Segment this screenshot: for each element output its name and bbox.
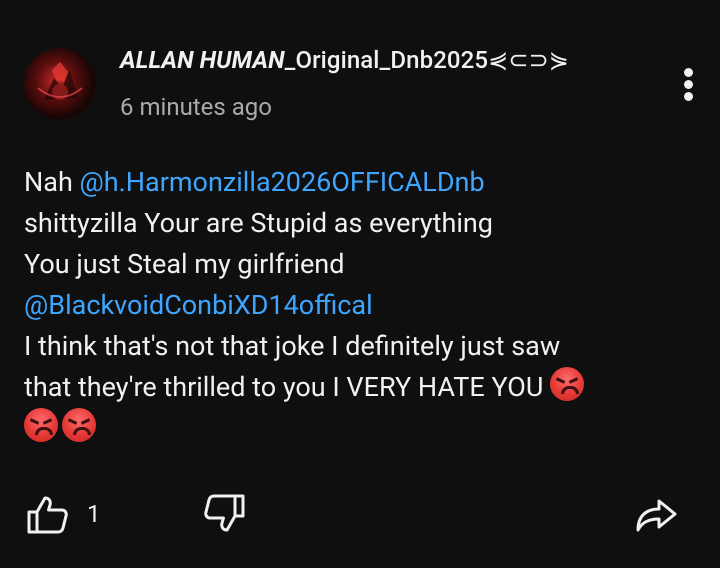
avatar-artwork-icon: [37, 62, 83, 100]
like-button[interactable]: [24, 490, 72, 538]
mention-link[interactable]: @h.Harmonzilla2026OFFICALDnb: [80, 166, 485, 198]
more-dot-icon: [684, 92, 693, 101]
more-options-button[interactable]: [676, 64, 700, 104]
angry-face-emoji-icon: [550, 367, 585, 401]
comment-line: You just Steal my girlfriend: [24, 248, 345, 280]
comment-line-text: Nah: [24, 166, 80, 198]
comment-line-text: that they're thrilled to you I VERY HATE…: [24, 371, 544, 403]
share-button[interactable]: [630, 490, 682, 538]
comment-line: [24, 408, 704, 449]
author-name[interactable]: ALLAN HUMAN_Original_Dnb2025⋞⊂⊃⋟: [120, 46, 569, 74]
angry-face-emoji-icon: [24, 408, 58, 442]
like-count: 1: [87, 500, 101, 528]
thumbs-up-icon: [27, 496, 68, 534]
more-dot-icon: [684, 80, 693, 89]
dislike-button[interactable]: [200, 490, 248, 538]
comment-line: I think that's not that joke I definitel…: [24, 330, 561, 362]
share-icon: [636, 499, 677, 532]
author-name-suffix: _Original_Dnb2025⋞⊂⊃⋟: [284, 46, 569, 74]
angry-face-emoji-icon: [62, 408, 96, 442]
comment-line: Nah @h.Harmonzilla2026OFFICALDnb: [24, 162, 704, 203]
author-name-bold: ALLAN HUMAN: [120, 46, 285, 74]
comment-line: that they're thrilled to you I VERY HATE…: [24, 367, 704, 408]
more-dot-icon: [684, 68, 693, 77]
comment-actions: 1: [0, 490, 720, 540]
thumbs-down-icon: [204, 494, 245, 532]
comment-timestamp: 6 minutes ago: [120, 93, 272, 121]
comment-line: shittyzilla Your are Stupid as everythin…: [24, 207, 493, 239]
comment-text: Nah @h.Harmonzilla2026OFFICALDnb shittyz…: [24, 162, 704, 449]
author-avatar[interactable]: [24, 48, 96, 120]
mention-link[interactable]: @BlackvoidConbiXD14offical: [24, 285, 704, 326]
